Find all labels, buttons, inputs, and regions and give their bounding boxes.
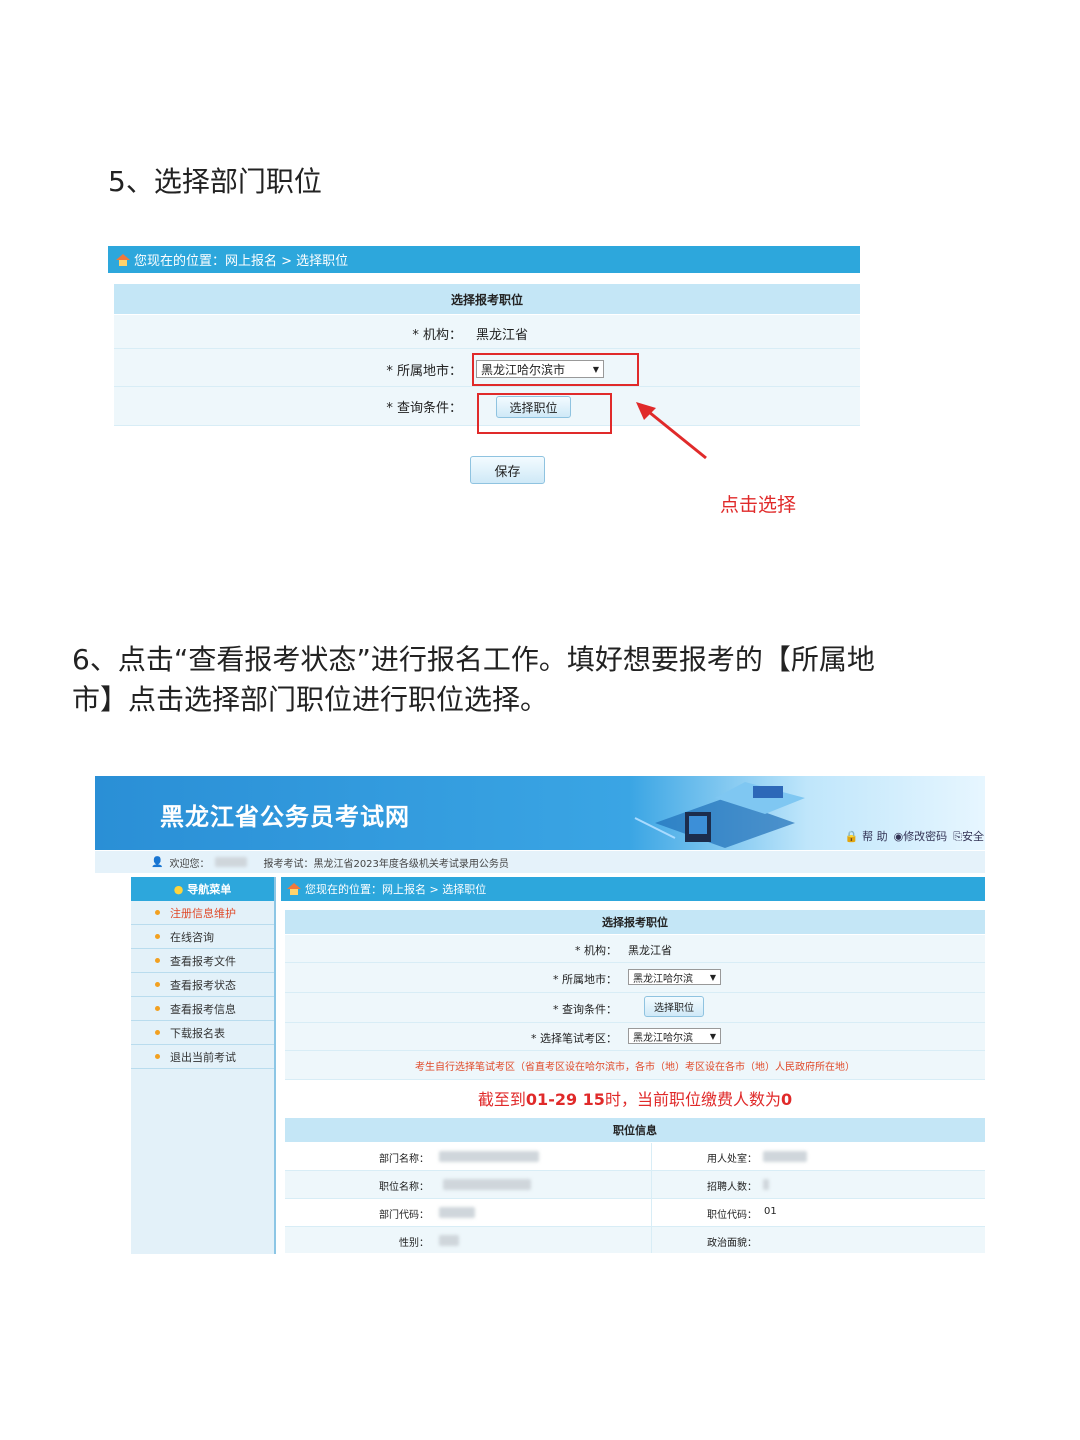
highlight-box-city <box>472 353 639 386</box>
sidebar-item-exam-files[interactable]: 查看报考文件 <box>131 949 274 973</box>
sidebar-header: ● 导航菜单 <box>131 877 274 901</box>
sidebar-title: 导航菜单 <box>187 883 232 896</box>
org-value: 黑龙江省 <box>476 328 529 343</box>
org-value-2: 黑龙江省 <box>628 944 672 957</box>
sidebar-item-register-info[interactable]: 注册信息维护 <box>131 901 274 925</box>
chevron-down-icon: ▼ <box>709 972 716 982</box>
deadline-prefix: 截至到 <box>477 1090 526 1109</box>
info-row-1: 部门名称： 用人处室： <box>285 1143 985 1171</box>
info-label-position-name: 职位名称： <box>379 1182 429 1193</box>
select-position-button-2[interactable]: 选择职位 <box>644 996 704 1017</box>
redacted-dept-name <box>439 1151 539 1162</box>
org-row-2: * 机构： 黑龙江省 <box>285 935 985 963</box>
breadcrumb: 您现在的位置：网上报名 > 选择职位 <box>134 254 349 269</box>
breadcrumb-2: 您现在的位置：网上报名 > 选择职位 <box>305 883 487 896</box>
user-icon: 👤 <box>151 856 164 868</box>
username-redacted <box>215 857 248 867</box>
bullet-icon <box>155 1030 160 1035</box>
save-button[interactable]: 保存 <box>470 456 545 484</box>
sidebar-item-exit-exam[interactable]: 退出当前考试 <box>131 1045 274 1069</box>
breadcrumb-bar: 您现在的位置：网上报名 > 选择职位 <box>108 246 860 273</box>
top-links: 🔒 帮 助 ◉修改密码 ⎘安全 <box>845 828 984 844</box>
bullet-icon <box>155 1006 160 1011</box>
deadline-count: 0 <box>780 1090 793 1109</box>
redacted-office <box>763 1151 807 1162</box>
bullet-icon <box>155 958 160 963</box>
info-label-headcount: 招聘人数： <box>707 1182 757 1193</box>
info-label-office: 用人处室： <box>707 1154 757 1165</box>
welcome-bar: 👤 欢迎您： 报考考试：黑龙江省2023年度各级机关考试录用公务员 <box>95 851 985 873</box>
city-label-2: * 所属地市： <box>553 973 617 986</box>
position-code-value: 01 <box>764 1206 777 1217</box>
org-label: * 机构： <box>412 328 462 343</box>
redacted-headcount <box>763 1179 769 1190</box>
exam-area-notice: 考生自行选择笔试考区（省直考区设在哈尔滨市，各市（地）考区设在各市（地）人民政府… <box>415 1062 855 1073</box>
section-5-heading: 5、选择部门职位 <box>108 165 322 198</box>
redacted-gender <box>439 1235 459 1246</box>
info-label-dept-code: 部门代码： <box>379 1210 429 1221</box>
arrow-annotation-icon <box>636 402 707 460</box>
bullet-icon <box>155 1054 160 1059</box>
sidebar-item-exam-info[interactable]: 查看报考信息 <box>131 997 274 1021</box>
info-row-4: 性别： 政治面貌： <box>285 1227 985 1253</box>
section-6-heading-line2: 市】点击选择部门职位进行职位选择。 <box>72 683 549 716</box>
info-row-3: 部门代码： 职位代码： 01 <box>285 1199 985 1227</box>
info-label-dept-name: 部门名称： <box>379 1154 429 1165</box>
section-6-heading-line1: 6、点击“查看报考状态”进行报名工作。填好想要报考的【所属地 <box>72 643 875 676</box>
deadline-line: 截至到01-29 15时，当前职位缴费人数为0 <box>285 1086 985 1110</box>
org-row: * 机构： 黑龙江省 <box>114 315 860 349</box>
info-label-politics: 政治面貌： <box>707 1238 757 1249</box>
query-label-2: * 查询条件： <box>553 1003 617 1016</box>
change-password-link[interactable]: ◉修改密码 <box>894 828 948 844</box>
query-row-2: * 查询条件： 选择职位 <box>285 993 985 1023</box>
exam-area-value: 黑龙江哈尔滨 <box>633 1032 693 1044</box>
home-icon <box>116 253 130 266</box>
city-select-2-value: 黑龙江哈尔滨 <box>633 973 693 985</box>
table-title: 选择报考职位 <box>114 284 860 314</box>
exam-text: 报考考试：黑龙江省2023年度各级机关考试录用公务员 <box>263 858 509 870</box>
sidebar-item-exam-status[interactable]: 查看报考状态 <box>131 973 274 997</box>
bullet-icon <box>155 934 160 939</box>
bullet-icon <box>155 982 160 987</box>
menu-icon: ● <box>173 882 184 896</box>
exam-area-select[interactable]: 黑龙江哈尔滨 ▼ <box>628 1028 721 1044</box>
deadline-mid: 时，当前职位缴费人数为 <box>604 1090 781 1109</box>
notice-row: 考生自行选择笔试考区（省直考区设在哈尔滨市，各市（地）考区设在各市（地）人民政府… <box>285 1051 985 1080</box>
exam-area-row: * 选择笔试考区： 黑龙江哈尔滨 ▼ <box>285 1023 985 1051</box>
redacted-position-name <box>443 1179 531 1190</box>
redacted-dept-code <box>439 1207 475 1218</box>
welcome-label: 欢迎您： <box>169 858 210 870</box>
info-label-gender: 性别： <box>399 1238 429 1249</box>
home-icon <box>287 883 301 895</box>
highlight-box-button <box>477 393 612 434</box>
deadline-date: 01-29 15 <box>525 1090 605 1109</box>
breadcrumb-bar-2: 您现在的位置：网上报名 > 选择职位 <box>281 877 985 901</box>
sidebar: ● 导航菜单 注册信息维护 在线咨询 查看报考文件 查看报考状态 查看报考信息 … <box>131 877 276 1254</box>
sidebar-item-download-form[interactable]: 下载报名表 <box>131 1021 274 1045</box>
city-select-2[interactable]: 黑龙江哈尔滨 ▼ <box>628 969 721 985</box>
info-title: 职位信息 <box>285 1118 985 1142</box>
org-label-2: * 机构： <box>575 944 617 957</box>
city-row-2: * 所属地市： 黑龙江哈尔滨 ▼ <box>285 963 985 993</box>
site-title: 黑龙江省公务员考试网 <box>160 803 410 831</box>
header-illustration-icon <box>634 782 805 848</box>
security-link[interactable]: ⎘安全 <box>953 828 984 844</box>
query-label: * 查询条件： <box>386 401 462 416</box>
info-row-2: 职位名称： 招聘人数： <box>285 1171 985 1199</box>
sidebar-item-online-consult[interactable]: 在线咨询 <box>131 925 274 949</box>
exam-area-label: * 选择笔试考区： <box>531 1032 617 1045</box>
city-label: * 所属地市： <box>386 364 462 379</box>
chevron-down-icon: ▼ <box>709 1031 716 1041</box>
info-label-position-code: 职位代码： <box>707 1210 757 1221</box>
help-link[interactable]: 🔒 帮 助 <box>845 828 888 844</box>
bullet-icon <box>155 910 160 915</box>
annotation-text: 点击选择 <box>720 494 797 516</box>
table-title-2: 选择报考职位 <box>285 910 985 934</box>
